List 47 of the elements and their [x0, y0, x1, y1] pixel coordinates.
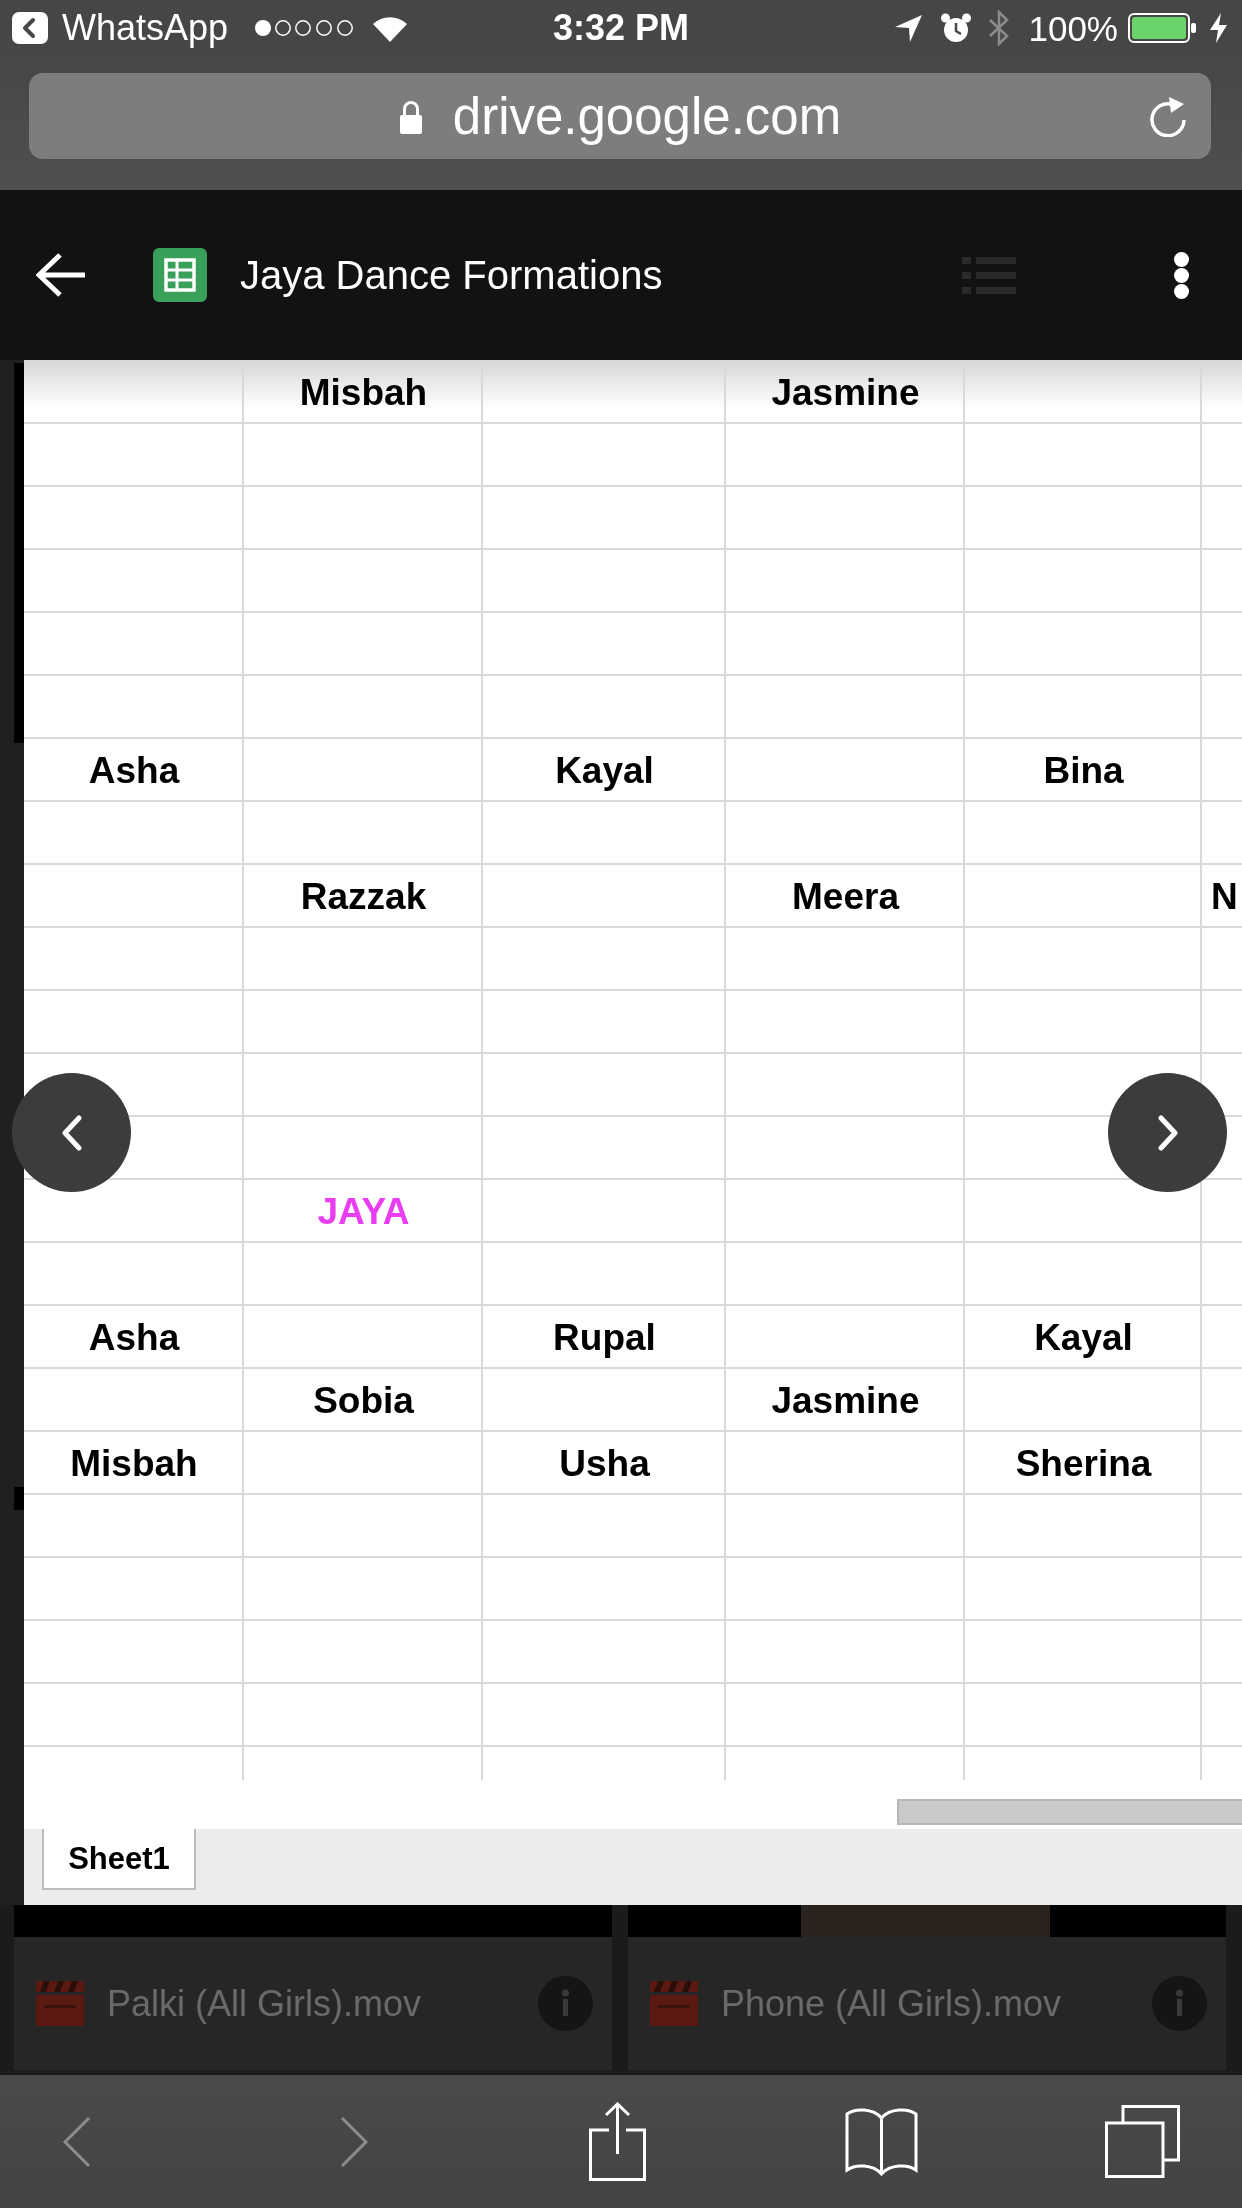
- dancer-name: Bina: [1043, 752, 1124, 789]
- dancer-name: N: [1211, 878, 1238, 915]
- dancer-name: Meera: [792, 878, 899, 915]
- dancer-name: JAYA: [317, 1193, 410, 1230]
- open-book-icon[interactable]: [845, 2106, 918, 2177]
- left-arrow-icon[interactable]: [36, 252, 85, 298]
- dancer-name: Usha: [559, 1445, 650, 1482]
- back-to-app-label[interactable]: WhatsApp: [62, 10, 229, 46]
- dancer-name: Misbah: [70, 1445, 198, 1482]
- chevron-left-icon: [60, 1114, 83, 1151]
- file-card[interactable]: Phone (All Girls).mov: [628, 1905, 1226, 2070]
- reload-icon[interactable]: [1148, 95, 1188, 137]
- dancer-name: Sherina: [1015, 1445, 1152, 1482]
- back-badge-icon[interactable]: [12, 12, 48, 44]
- signal-dots-icon: [254, 18, 355, 38]
- chevron-right-icon: [1156, 1114, 1179, 1151]
- dancer-name: Rupal: [553, 1319, 656, 1356]
- clapperboard-icon: [650, 1981, 698, 2026]
- file-name: Palki (All Girls).mov: [107, 1985, 421, 2022]
- clapperboard-icon: [36, 1981, 84, 2026]
- spreadsheet-icon: [153, 248, 207, 302]
- dancer-name: Kayal: [555, 752, 654, 789]
- location-arrow-icon: [895, 14, 923, 42]
- lock-icon: [398, 98, 423, 134]
- wifi-icon: [372, 14, 409, 42]
- alarm-clock-icon: [941, 13, 972, 43]
- dancer-name: Asha: [88, 1319, 180, 1356]
- share-icon[interactable]: [589, 2102, 646, 2181]
- battery-percent: 100%: [1028, 10, 1118, 46]
- dancer-name: Razzak: [300, 878, 427, 915]
- file-name: Phone (All Girls).mov: [721, 1985, 1062, 2022]
- dancer-name: Asha: [88, 752, 180, 789]
- battery-icon: [1128, 13, 1196, 43]
- stacked-squares-icon[interactable]: [1105, 2105, 1180, 2178]
- dancer-name: Misbah: [299, 373, 428, 411]
- file-card[interactable]: Palki (All Girls).mov: [14, 1905, 612, 2070]
- dancer-name: Jasmine: [771, 1382, 920, 1419]
- address-bar[interactable]: drive.google.com: [29, 73, 1211, 159]
- horizontal-scrollbar[interactable]: [897, 1799, 1242, 1825]
- dancer-name: Sobia: [313, 1382, 414, 1419]
- more-options-icon[interactable]: [1174, 251, 1189, 299]
- dancer-name: Kayal: [1034, 1319, 1133, 1356]
- file-title: Jaya Dance Formations: [240, 255, 663, 295]
- lightning-bolt-icon: [1210, 13, 1227, 43]
- dancer-name: Jasmine: [771, 373, 920, 411]
- sheet-tab[interactable]: Sheet1: [42, 1829, 196, 1890]
- status-time: 3:32 PM: [552, 10, 690, 46]
